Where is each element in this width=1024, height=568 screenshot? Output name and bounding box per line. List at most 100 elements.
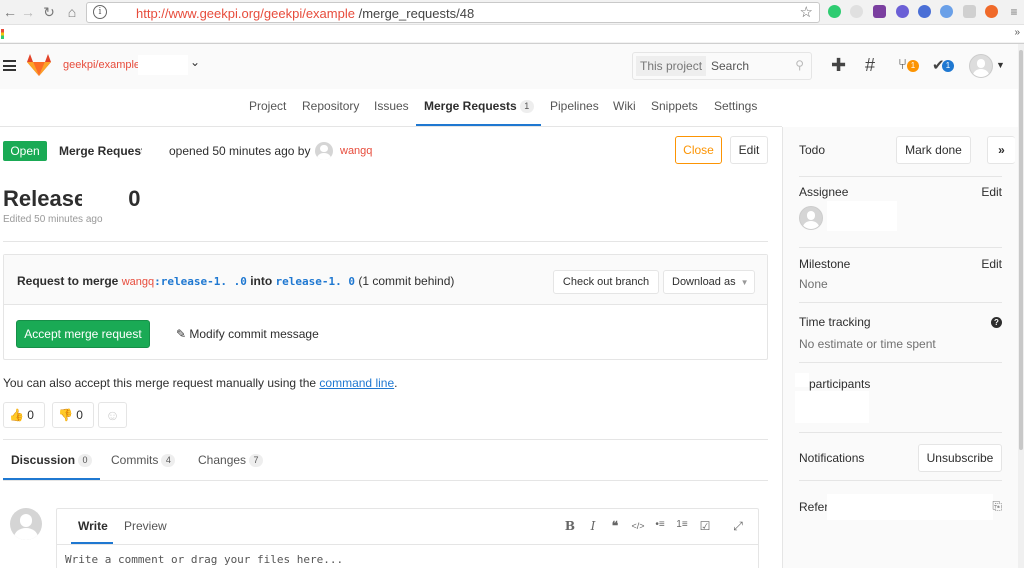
forward-arrow-icon[interactable]: →	[20, 4, 36, 20]
extension-gray-icon[interactable]	[850, 5, 863, 18]
browser-chrome: ← → ↻ ⌂ i http://www.geekpi.org/geekpi/e…	[0, 0, 1024, 44]
notifications-label: Notifications	[799, 451, 865, 465]
source-user[interactable]: wangq	[122, 276, 154, 288]
modify-commit-message-link[interactable]: ✎ Modify commit message	[176, 327, 319, 341]
italic-icon[interactable]: I	[586, 519, 600, 533]
help-icon[interactable]: ?	[991, 317, 1002, 328]
milestone-edit-link[interactable]: Edit	[981, 257, 1002, 271]
target-branch[interactable]: release-1. 0	[276, 275, 355, 288]
comment-form: Write Preview B I ❝ </> •≡ 1≡ ☑ ⤢	[56, 508, 759, 568]
numbered-list-icon[interactable]: 1≡	[675, 519, 689, 530]
sidebar-reference: Refer ⎘	[799, 481, 1002, 521]
scrollbar-thumb[interactable]	[1019, 50, 1023, 450]
current-user-avatar	[10, 508, 42, 540]
merge-request-count-badge: 1	[907, 60, 919, 72]
nav-snippets[interactable]: Snippets	[651, 99, 698, 113]
home-icon[interactable]: ⌂	[64, 4, 80, 20]
gitlab-logo-icon[interactable]	[27, 54, 51, 76]
assignee-avatar[interactable]	[799, 206, 823, 230]
copy-reference-icon[interactable]: ⎘	[992, 499, 1002, 514]
manual-merge-text: You can also accept this merge request m…	[3, 376, 398, 390]
status-badge: Open	[3, 141, 47, 161]
user-avatar[interactable]	[969, 54, 993, 78]
sidebar-participants: participants	[795, 363, 1002, 433]
nav-repository[interactable]: Repository	[302, 99, 359, 113]
extension-orange-icon[interactable]	[985, 5, 998, 18]
nav-merge-requests[interactable]: Merge Requests 1	[424, 99, 534, 113]
nav-settings[interactable]: Settings	[714, 99, 757, 113]
info-icon[interactable]: i	[93, 5, 107, 19]
nav-project[interactable]: Project	[249, 99, 286, 113]
edit-button[interactable]: Edit	[730, 136, 768, 164]
accept-merge-request-button[interactable]: Accept merge request	[16, 320, 150, 348]
search-input[interactable]	[711, 56, 783, 76]
project-subnav: Project Repository Issues Merge Requests…	[0, 89, 782, 127]
bold-icon[interactable]: B	[563, 519, 577, 533]
collapse-sidebar-icon[interactable]: »	[987, 136, 1015, 164]
bookmark-icon[interactable]	[1, 29, 4, 39]
bullet-list-icon[interactable]: •≡	[653, 519, 667, 530]
unsubscribe-button[interactable]: Unsubscribe	[918, 444, 1002, 472]
smiley-icon: ☺	[105, 407, 120, 423]
active-tab-indicator	[416, 124, 541, 126]
bookmarks-overflow-icon[interactable]: »	[1014, 27, 1020, 38]
extension-lightblue-icon[interactable]	[940, 5, 953, 18]
milestone-label: Milestone	[799, 257, 851, 271]
author-avatar[interactable]	[315, 142, 333, 160]
task-list-icon[interactable]: ☑	[698, 519, 712, 533]
onenote-icon[interactable]	[873, 5, 886, 18]
source-branch[interactable]: :release-1. .0	[154, 275, 247, 288]
extension-purple-icon[interactable]	[896, 5, 909, 18]
assignee-edit-link[interactable]: Edit	[981, 185, 1002, 199]
sidebar-todo: Todo Mark done »	[799, 127, 1015, 177]
search-scope[interactable]: This project	[636, 56, 707, 76]
thumbs-down-button[interactable]: 👎 0	[52, 402, 94, 428]
chevron-down-icon[interactable]: ⌄	[190, 55, 200, 69]
participants-count-redacted	[795, 373, 809, 387]
code-icon[interactable]: </>	[631, 521, 645, 531]
reference-label: Refer	[799, 500, 829, 514]
checkout-branch-button[interactable]: Check out branch	[553, 270, 659, 294]
comment-textarea[interactable]	[65, 547, 745, 568]
divider	[57, 544, 758, 545]
nav-pipelines[interactable]: Pipelines	[550, 99, 599, 113]
hamburger-menu-icon[interactable]	[3, 60, 16, 71]
extension-green-icon[interactable]	[828, 5, 841, 18]
url-text: http://www.geekpi.org/geekpi/example /me…	[136, 6, 475, 21]
tab-changes[interactable]: Changes 7	[198, 453, 264, 467]
quote-icon[interactable]: ❝	[608, 519, 622, 533]
merge-request-icon[interactable]: ⑂	[898, 56, 907, 74]
nav-issues[interactable]: Issues	[374, 99, 409, 113]
extension-blue-icon[interactable]	[918, 5, 931, 18]
merge-request-label: Merge Request	[59, 144, 146, 158]
project-name[interactable]: geekpi/example	[63, 59, 140, 71]
mark-done-button[interactable]: Mark done	[896, 136, 971, 164]
add-reaction-button[interactable]: ☺	[98, 402, 127, 428]
tab-commits[interactable]: Commits 4	[111, 453, 176, 467]
back-arrow-icon[interactable]: ←	[2, 4, 18, 20]
close-button[interactable]: Close	[675, 136, 722, 164]
author-name[interactable]: wangq	[340, 145, 372, 157]
hash-icon[interactable]: #	[865, 56, 875, 74]
fullscreen-icon[interactable]: ⤢	[731, 519, 745, 534]
tab-write[interactable]: Write	[78, 519, 108, 533]
thumbs-up-button[interactable]: 👍 0	[3, 402, 45, 428]
command-line-link[interactable]: command line	[319, 376, 394, 390]
address-bar[interactable]: i http://www.geekpi.org/geekpi/example /…	[86, 2, 820, 23]
plus-icon[interactable]: ✚	[831, 56, 846, 74]
tab-discussion[interactable]: Discussion 0	[11, 453, 93, 467]
download-as-dropdown[interactable]: Download as ▼	[663, 270, 755, 294]
reload-icon[interactable]: ↻	[41, 4, 57, 20]
caret-down-icon[interactable]: ▼	[996, 60, 1005, 70]
bookmark-star-icon[interactable]: ☆	[800, 3, 813, 21]
tab-preview[interactable]: Preview	[124, 519, 167, 533]
search-box[interactable]: This project ⚲	[632, 52, 812, 80]
nav-wiki[interactable]: Wiki	[613, 99, 636, 113]
thumbs-down-icon: 👎	[58, 408, 73, 422]
app-header: geekpi/example ⌄ This project ⚲ ✚ # ⑂ 1 …	[0, 44, 1018, 89]
right-sidebar: Todo Mark done » Assignee Edit Milestone…	[782, 127, 1018, 568]
edited-timestamp: Edited 50 minutes ago	[3, 214, 103, 225]
menu-icon[interactable]: ≡	[1006, 4, 1022, 20]
extension-shield-icon[interactable]	[963, 5, 976, 18]
edit-icon: ✎	[176, 327, 190, 341]
